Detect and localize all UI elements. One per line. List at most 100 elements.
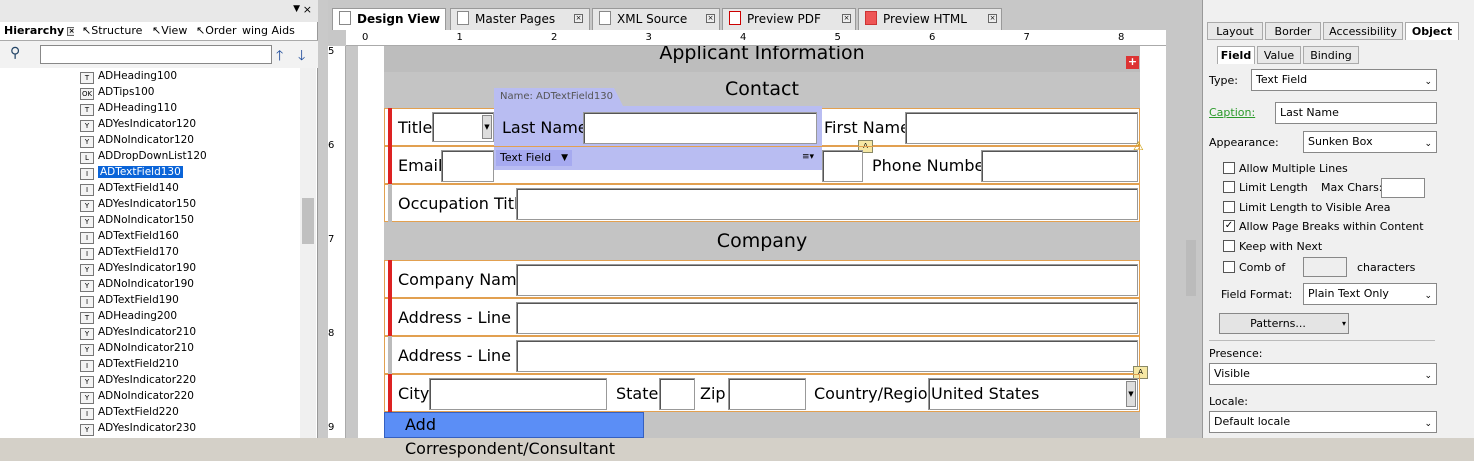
close-icon[interactable]: ×: [67, 27, 74, 36]
page-breaks-checkbox[interactable]: ✓: [1223, 220, 1235, 232]
caption-input[interactable]: Last Name: [1275, 102, 1437, 124]
tree-item[interactable]: T ADHeading100: [80, 68, 177, 84]
address-line1-field[interactable]: [516, 302, 1138, 334]
locale-select[interactable]: Default locale ⌄: [1209, 411, 1437, 433]
tab-order[interactable]: ↖Order: [196, 22, 242, 40]
limit-visible-checkbox[interactable]: [1223, 201, 1235, 213]
required-marker: [388, 298, 392, 336]
panel-menu-icon[interactable]: ▼: [293, 4, 300, 14]
tab-structure[interactable]: ↖Structure: [82, 22, 148, 40]
comb-count-input[interactable]: [1303, 257, 1347, 277]
country-dropdown[interactable]: United States ▼: [928, 378, 1138, 410]
tab-label: Master Pages: [475, 12, 556, 26]
tree-item[interactable]: Y ADYesIndicator120: [80, 116, 196, 132]
tab-accessibility[interactable]: Accessibility: [1323, 22, 1403, 40]
email-field-right[interactable]: [822, 150, 863, 182]
panel-close-icon[interactable]: ×: [303, 3, 312, 16]
html5-icon: [865, 11, 877, 25]
tree-item[interactable]: Y ADYesIndicator210: [80, 324, 196, 340]
design-scrollbar-thumb[interactable]: [1186, 240, 1196, 296]
multiline-checkbox[interactable]: [1223, 162, 1235, 174]
arrow-down-icon[interactable]: 🡓: [298, 45, 305, 69]
keep-next-checkbox[interactable]: [1223, 240, 1235, 252]
tree-item[interactable]: I ADTextField130: [80, 164, 183, 180]
tree-item[interactable]: T ADHeading200: [80, 308, 177, 324]
tree-item[interactable]: Y ADYesIndicator150: [80, 196, 196, 212]
field-format-select[interactable]: Plain Text Only ⌄: [1303, 283, 1437, 305]
search-input[interactable]: [40, 45, 272, 64]
tree-item[interactable]: OK ADTips100: [80, 84, 154, 100]
add-marker-icon[interactable]: +: [1126, 56, 1139, 69]
title-dropdown[interactable]: ▼: [432, 112, 494, 142]
subtab-binding[interactable]: Binding: [1303, 46, 1359, 64]
tab-border[interactable]: Border: [1265, 22, 1321, 40]
first-name-field[interactable]: [905, 112, 1138, 144]
pdf-icon: [729, 11, 741, 25]
tree-item[interactable]: I ADTextField220: [80, 404, 179, 420]
occupation-field[interactable]: [516, 188, 1138, 220]
country-value: United States: [931, 384, 1040, 403]
caption-label[interactable]: Caption:: [1209, 106, 1255, 119]
tab-xml-source[interactable]: XML Source ×: [592, 8, 720, 30]
tab-drawing-aids[interactable]: wing Aids: [242, 22, 298, 40]
appearance-select[interactable]: Sunken Box ⌄: [1303, 131, 1437, 153]
tree-item[interactable]: Y ADYesIndicator220: [80, 372, 196, 388]
last-name-field[interactable]: [583, 112, 817, 144]
tree-item[interactable]: L ADDropDownList120: [80, 148, 207, 164]
add-correspondent-button[interactable]: Add Correspondent/Consultant: [384, 412, 644, 458]
tab-object[interactable]: Object: [1405, 22, 1459, 40]
tree-item[interactable]: T ADHeading110: [80, 100, 177, 116]
tab-master-pages[interactable]: Master Pages ×: [450, 8, 590, 30]
dropdown-arrow-icon[interactable]: ▼: [482, 115, 492, 139]
max-chars-input[interactable]: [1381, 178, 1425, 198]
tab-label: Structure: [91, 24, 143, 37]
close-icon[interactable]: ×: [574, 14, 583, 23]
tree-item[interactable]: I ADTextField170: [80, 244, 179, 260]
tree-item[interactable]: Y ADNoIndicator210: [80, 340, 194, 356]
tree-item[interactable]: Y ADYesIndicator190: [80, 260, 196, 276]
tree-item[interactable]: Y ADYesIndicator230: [80, 420, 196, 436]
type-select[interactable]: Text Field ⌄: [1251, 69, 1437, 91]
close-icon[interactable]: ×: [842, 14, 851, 23]
tree-item[interactable]: Y ADNoIndicator150: [80, 212, 194, 228]
tab-hierarchy[interactable]: Hierarchy ×: [4, 22, 74, 40]
scrollbar-thumb[interactable]: [302, 198, 314, 244]
tree-item[interactable]: I ADTextField210: [80, 356, 179, 372]
limit-length-checkbox[interactable]: [1223, 181, 1235, 193]
zip-field[interactable]: [728, 378, 806, 410]
company-name-field[interactable]: [516, 264, 1138, 296]
panel-splitter[interactable]: [318, 0, 328, 438]
comb-checkbox[interactable]: [1223, 261, 1235, 273]
tree-item[interactable]: I ADTextField160: [80, 228, 179, 244]
email-field-left[interactable]: [441, 150, 494, 182]
address-line2-field[interactable]: [516, 340, 1138, 372]
field-type-icon: Y: [80, 376, 94, 388]
tab-design-view[interactable]: Design View: [332, 8, 446, 30]
phone-field[interactable]: [981, 150, 1138, 182]
subtab-value[interactable]: Value: [1257, 46, 1301, 64]
tree-item[interactable]: Y ADNoIndicator220: [80, 388, 194, 404]
tree-scrollbar[interactable]: [300, 68, 316, 438]
tree-item-label: ADYesIndicator230: [98, 422, 197, 434]
section-title: Company: [716, 230, 808, 252]
arrow-up-icon[interactable]: 🡑: [276, 45, 283, 69]
patterns-button[interactable]: Patterns... ▾: [1219, 313, 1349, 334]
tree-item[interactable]: I ADTextField140: [80, 180, 179, 196]
field-type-icon: Y: [80, 328, 94, 340]
address-line1-label: Address - Line 1: [398, 308, 527, 327]
city-field[interactable]: [429, 378, 607, 410]
presence-select[interactable]: Visible ⌄: [1209, 363, 1437, 385]
close-icon[interactable]: ×: [988, 14, 997, 23]
subtab-field[interactable]: Field: [1217, 46, 1255, 64]
tab-preview-pdf[interactable]: Preview PDF ×: [722, 8, 856, 30]
dropdown-arrow-icon[interactable]: ▼: [1126, 381, 1136, 407]
state-field[interactable]: [659, 378, 695, 410]
tab-layout[interactable]: Layout: [1207, 22, 1263, 40]
close-icon[interactable]: ×: [706, 14, 715, 23]
appearance-label: Appearance:: [1209, 136, 1279, 149]
tab-view[interactable]: ↖View: [152, 22, 196, 40]
tab-preview-html[interactable]: Preview HTML ×: [858, 8, 1002, 30]
tree-item[interactable]: Y ADNoIndicator190: [80, 276, 194, 292]
tree-item[interactable]: I ADTextField190: [80, 292, 179, 308]
tree-item[interactable]: Y ADNoIndicator120: [80, 132, 194, 148]
